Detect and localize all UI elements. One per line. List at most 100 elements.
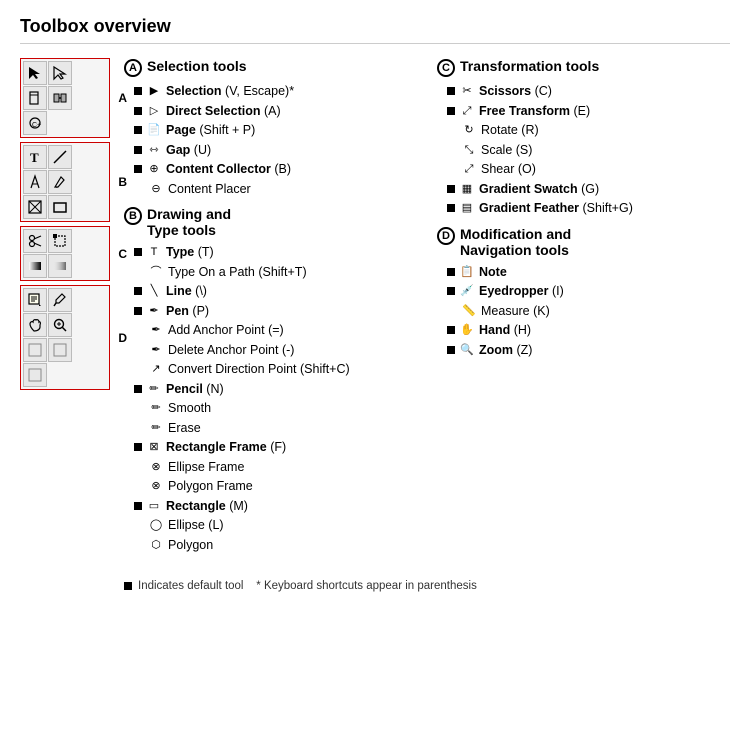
page-tool-btn[interactable] bbox=[23, 86, 47, 110]
gradient-feather-btn[interactable] bbox=[48, 254, 72, 278]
default-indicator bbox=[134, 107, 142, 115]
list-item: ⤢ Free Transform (E) bbox=[447, 103, 730, 121]
extra-tool-btn2[interactable] bbox=[48, 338, 72, 362]
section-d-letter: D bbox=[437, 227, 455, 245]
section-a-list: ▶ Selection (V, Escape)* ▷ Direct Select… bbox=[124, 83, 417, 198]
list-item: ⊠ Rectangle Frame (F) bbox=[134, 439, 417, 457]
note-tool-btn[interactable] bbox=[23, 288, 47, 312]
page-icon: 📄 bbox=[146, 123, 162, 138]
pencil-tool-btn[interactable] bbox=[48, 170, 72, 194]
list-item: ╲ Line (\) bbox=[134, 283, 417, 301]
tool-label: Ellipse (L) bbox=[168, 517, 224, 535]
smooth-icon: ✏ bbox=[148, 401, 164, 416]
list-item: ✏ Pencil (N) bbox=[134, 381, 417, 399]
scissors-tool-btn[interactable] bbox=[23, 229, 47, 253]
direct-selection-tool-btn[interactable] bbox=[48, 61, 72, 85]
default-indicator bbox=[134, 502, 142, 510]
poly-frame-icon: ⊗ bbox=[148, 479, 164, 494]
tool-label: Scale (S) bbox=[481, 142, 532, 160]
line-tool-btn[interactable] bbox=[48, 145, 72, 169]
rotate-icon: ↻ bbox=[461, 123, 477, 138]
pen-icon: ✒ bbox=[146, 304, 162, 319]
content-collector-btn[interactable]: C+ bbox=[23, 111, 47, 135]
toolbox-section-c: C bbox=[20, 226, 110, 281]
extra-tool-btn1[interactable] bbox=[23, 338, 47, 362]
ellipse-frame-icon: ⊗ bbox=[148, 460, 164, 475]
tool-label: Type (T) bbox=[166, 244, 214, 262]
tool-label: Line (\) bbox=[166, 283, 207, 301]
default-indicator bbox=[134, 146, 142, 154]
list-item: ✏ Smooth bbox=[134, 400, 417, 418]
svg-text:C+: C+ bbox=[32, 122, 41, 129]
page: Toolbox overview bbox=[0, 0, 750, 739]
section-b-letter: B bbox=[124, 207, 142, 225]
list-item: ✏ Erase bbox=[134, 420, 417, 438]
tool-label: Note bbox=[479, 264, 507, 282]
list-item: 📏 Measure (K) bbox=[447, 303, 730, 321]
tool-label: Type On a Path (Shift+T) bbox=[168, 264, 307, 282]
gap-tool-btn[interactable] bbox=[48, 86, 72, 110]
toolbox-section-a: C+ A bbox=[20, 58, 110, 138]
tool-label: Pencil (N) bbox=[166, 381, 224, 399]
list-item: ⊗ Ellipse Frame bbox=[134, 459, 417, 477]
tool-label: Gradient Feather (Shift+G) bbox=[479, 200, 633, 218]
del-anchor-icon: ✒ bbox=[148, 343, 164, 358]
rect-frame-tool-btn[interactable] bbox=[23, 195, 47, 219]
scale-icon: ⤡ bbox=[461, 143, 477, 158]
tool-label: Shear (O) bbox=[481, 161, 536, 179]
pen-tool-btn[interactable] bbox=[23, 170, 47, 194]
extra-tool-btn3[interactable] bbox=[23, 363, 47, 387]
list-item: ⌒ Type On a Path (Shift+T) bbox=[134, 264, 417, 282]
hand-tool-btn[interactable] bbox=[23, 313, 47, 337]
rect-tool-btn[interactable] bbox=[48, 195, 72, 219]
eyedropper-tool-btn[interactable] bbox=[48, 288, 72, 312]
list-item: ⤢ Shear (O) bbox=[447, 161, 730, 179]
grad-swatch-icon: ▦ bbox=[459, 182, 475, 197]
section-a-title: Selection tools bbox=[147, 58, 247, 74]
default-indicator bbox=[447, 346, 455, 354]
section-c-title: Transformation tools bbox=[460, 58, 599, 74]
default-indicator bbox=[447, 287, 455, 295]
selection-tool-btn[interactable] bbox=[23, 61, 47, 85]
section-d-list: 📋 Note 💉 Eyedropper (I) 📏 Measure (K) bbox=[437, 264, 730, 360]
main-content: C+ A T bbox=[20, 58, 730, 592]
gap-icon: ⇿ bbox=[146, 143, 162, 158]
zoom-tool-btn[interactable] bbox=[48, 313, 72, 337]
default-indicator bbox=[134, 165, 142, 173]
tool-label: Delete Anchor Point (-) bbox=[168, 342, 294, 360]
shear-icon: ⤢ bbox=[461, 162, 477, 177]
list-item: ◯ Ellipse (L) bbox=[134, 517, 417, 535]
selection-icon: ▶ bbox=[146, 84, 162, 99]
tool-label: Free Transform (E) bbox=[479, 103, 590, 121]
default-indicator bbox=[447, 185, 455, 193]
tool-label: Selection (V, Escape)* bbox=[166, 83, 294, 101]
free-transform-tool-btn[interactable] bbox=[48, 229, 72, 253]
list-item: ⤡ Scale (S) bbox=[447, 142, 730, 160]
list-item: 📄 Page (Shift + P) bbox=[134, 122, 417, 140]
toolbox-section-d: D bbox=[20, 285, 110, 390]
gradient-swatch-btn[interactable] bbox=[23, 254, 47, 278]
tool-label: Rectangle (M) bbox=[166, 498, 248, 516]
list-item: ↻ Rotate (R) bbox=[447, 122, 730, 140]
tool-label: Add Anchor Point (=) bbox=[168, 322, 284, 340]
tool-label: Gap (U) bbox=[166, 142, 211, 160]
list-item: ▤ Gradient Feather (Shift+G) bbox=[447, 200, 730, 218]
footer-sq bbox=[124, 582, 132, 590]
collector-icon: ⊕ bbox=[146, 162, 162, 177]
section-d-title: Modification andNavigation tools bbox=[460, 226, 571, 258]
list-item: ▷ Direct Selection (A) bbox=[134, 103, 417, 121]
eyedropper-icon: 💉 bbox=[459, 284, 475, 299]
default-indicator bbox=[447, 107, 455, 115]
default-indicator bbox=[447, 268, 455, 276]
tool-label: Content Collector (B) bbox=[166, 161, 291, 179]
type-tool-btn[interactable]: T bbox=[23, 145, 47, 169]
tool-label: Zoom (Z) bbox=[479, 342, 532, 360]
section-b-label: B bbox=[118, 175, 127, 189]
list-item: ⬡ Polygon bbox=[134, 537, 417, 555]
section-c-list: ✂ Scissors (C) ⤢ Free Transform (E) ↻ Ro… bbox=[437, 83, 730, 218]
placer-icon: ⊖ bbox=[148, 182, 164, 197]
direct-selection-icon: ▷ bbox=[146, 104, 162, 119]
tool-label: Ellipse Frame bbox=[168, 459, 244, 477]
section-d-label: D bbox=[118, 331, 127, 345]
footer-note: Indicates default tool * Keyboard shortc… bbox=[124, 580, 730, 592]
